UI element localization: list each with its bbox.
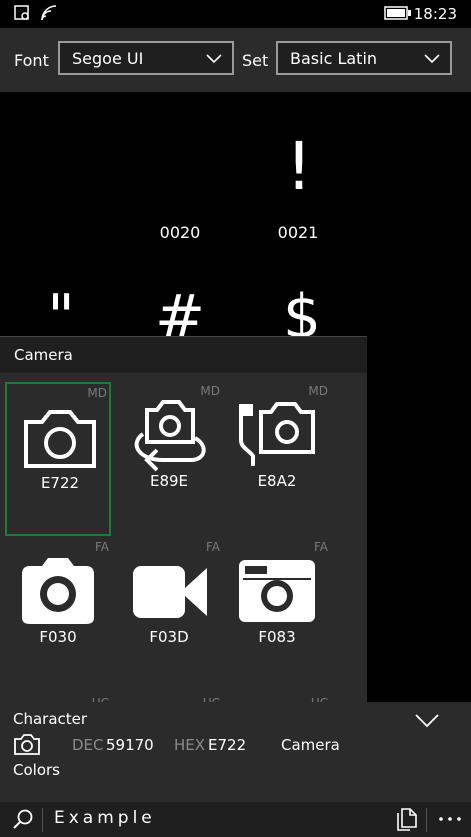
camera-icon	[22, 558, 94, 624]
icon-code: E89E	[149, 472, 189, 490]
dec-label: DEC	[72, 736, 104, 754]
example-text-input[interactable]: Example	[54, 808, 156, 828]
chevron-down-icon[interactable]	[414, 712, 440, 728]
set-dropdown[interactable]: Basic Latin	[276, 41, 452, 75]
character-info: Character DEC 59170 HEX E722 Camera Colo…	[0, 702, 471, 802]
divider	[42, 808, 43, 832]
camera-icon	[14, 734, 40, 755]
divider	[426, 808, 427, 832]
icon-cell[interactable]: MD E722	[5, 382, 111, 536]
clock: 18:23	[413, 5, 457, 23]
glyph-exclamation[interactable]: !	[279, 128, 319, 205]
status-bar: 18:23	[0, 0, 471, 28]
toolbar: Font Segoe UI Set Basic Latin	[0, 28, 471, 92]
video-camera-icon	[133, 566, 207, 618]
glyph-code: 0020	[159, 223, 201, 242]
icon-cell[interactable]: FA F03D	[116, 538, 222, 692]
font-label: Font	[14, 51, 49, 70]
icon-cell[interactable]: FA F083	[224, 538, 330, 692]
icon-code: F03D	[149, 628, 189, 646]
icon-cell[interactable]: MD E8A2	[224, 382, 330, 536]
panel-header: Camera	[0, 337, 367, 373]
icon-cell[interactable]: FA F030	[5, 538, 111, 692]
battery-icon	[384, 6, 411, 20]
bottom-bar: Example	[0, 802, 471, 837]
glyph-code: 0021	[277, 223, 319, 242]
icon-code: E722	[40, 474, 80, 492]
hex-value: E722	[208, 736, 247, 754]
more-icon[interactable]	[438, 816, 462, 822]
notification-icon	[14, 5, 29, 20]
info-heading: Character	[13, 710, 88, 728]
camera-retro-icon	[239, 560, 315, 622]
panel-title: Camera	[14, 346, 73, 364]
icon-code: F083	[258, 628, 296, 646]
wifi-icon	[41, 5, 57, 21]
icon-panel: Camera MD E722 MD E89E MD E8A2 FA F030 F…	[0, 336, 367, 703]
font-value: Segoe UI	[72, 49, 144, 68]
dec-value: 59170	[106, 736, 154, 754]
copy-icon[interactable]	[396, 808, 418, 832]
chevron-down-icon	[424, 54, 440, 64]
font-dropdown[interactable]: Segoe UI	[58, 41, 234, 75]
chevron-down-icon	[206, 54, 222, 64]
set-label: Set	[242, 51, 269, 70]
colors-label[interactable]: Colors	[13, 761, 60, 779]
character-name: Camera	[281, 736, 340, 754]
hex-label: HEX	[174, 736, 206, 754]
switch-camera-icon	[134, 400, 206, 472]
set-value: Basic Latin	[290, 49, 378, 68]
attach-camera-icon	[239, 402, 315, 466]
search-icon[interactable]	[12, 808, 34, 830]
camera-icon	[24, 410, 96, 468]
icon-code: E8A2	[257, 472, 297, 490]
icon-code: F030	[39, 628, 77, 646]
icon-cell[interactable]: MD E89E	[116, 382, 222, 536]
